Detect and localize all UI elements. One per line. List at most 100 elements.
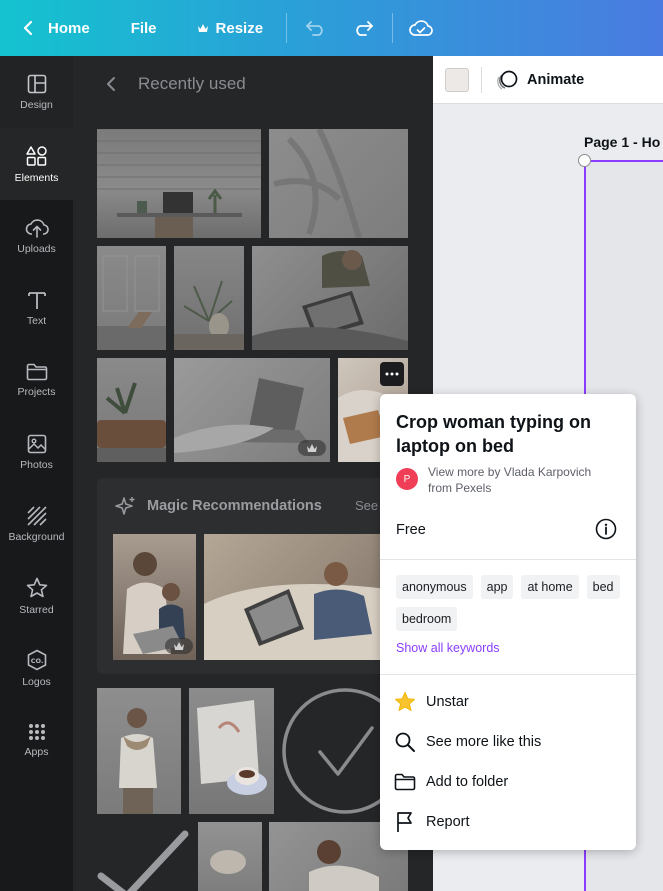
text-icon: [27, 291, 46, 309]
rail-label: Apps: [24, 745, 49, 758]
recent-image-woman-sweater[interactable]: [97, 688, 181, 814]
rail-item-elements[interactable]: Elements: [0, 128, 73, 200]
rail-label: Background: [8, 530, 65, 543]
redo-icon: [356, 21, 373, 36]
resize-button[interactable]: Resize: [197, 0, 264, 56]
menu-label: Report: [426, 814, 470, 830]
image-details-popup: Crop woman typing on laptop on bed P Vie…: [380, 394, 636, 850]
checkmark-element[interactable]: [97, 826, 189, 891]
rail-item-text[interactable]: Text: [0, 272, 73, 344]
rail-label: Text: [26, 314, 47, 327]
rail-label: Uploads: [17, 242, 56, 255]
magic-image-father-child[interactable]: [113, 534, 196, 660]
animate-icon: [497, 70, 518, 90]
page-title[interactable]: Page 1 - Ho: [584, 134, 660, 150]
magic-see-all-link[interactable]: See: [355, 498, 378, 513]
cloud-saved-button[interactable]: [409, 19, 433, 37]
keyword-tag[interactable]: at home: [521, 575, 579, 599]
svg-text:CO.: CO.: [30, 657, 43, 665]
recent-image-plant-shadow[interactable]: [269, 129, 408, 238]
cloud-check-icon: [409, 20, 433, 36]
add-to-folder-menu-item[interactable]: Add to folder: [394, 770, 508, 794]
rail-item-background[interactable]: Background: [0, 488, 73, 560]
magic-image-woman-laptop[interactable]: [204, 534, 387, 660]
license-price: Free: [396, 522, 426, 538]
author-attribution[interactable]: P View more by Vlada Karpovich from Pexe…: [396, 464, 618, 496]
back-chevron-icon[interactable]: [106, 76, 116, 92]
rail-label: Starred: [19, 603, 54, 616]
background-color-swatch[interactable]: [445, 67, 469, 92]
rail-item-starred[interactable]: Starred: [0, 560, 73, 632]
layout-icon: [27, 74, 46, 93]
keyword-tag[interactable]: bedroom: [396, 607, 458, 631]
selection-handle[interactable]: [578, 154, 591, 167]
check-icon: [97, 830, 189, 891]
panel-header: Recently used: [73, 56, 433, 112]
rail-item-logos[interactable]: CO. Logos: [0, 632, 73, 704]
elements-panel: Recently used Magic Recommendations See: [73, 56, 433, 891]
recent-image-tea-book[interactable]: [189, 688, 274, 814]
show-all-keywords-link[interactable]: Show all keywords: [396, 641, 500, 655]
menu-label: See more like this: [426, 734, 542, 750]
unstar-menu-item[interactable]: Unstar: [394, 690, 469, 714]
rail-item-design[interactable]: Design: [0, 56, 73, 128]
panel-title: Recently used: [138, 74, 246, 93]
rail-item-apps[interactable]: Apps: [0, 704, 73, 776]
apps-grid-icon: [28, 723, 45, 740]
rail-item-photos[interactable]: Photos: [0, 416, 73, 488]
keyword-tag[interactable]: bed: [586, 575, 620, 599]
recent-image-desk-wall[interactable]: [97, 129, 261, 238]
flag-icon: [397, 812, 412, 832]
crown-icon: [307, 444, 317, 452]
undo-button[interactable]: [305, 20, 327, 36]
crown-icon: [197, 23, 209, 33]
home-label: Home: [48, 19, 90, 37]
hatch-icon: [26, 505, 47, 526]
recent-image-laptop-lap[interactable]: [252, 246, 408, 350]
file-label: File: [130, 19, 157, 37]
info-icon[interactable]: [595, 518, 617, 545]
redo-button[interactable]: [352, 20, 374, 36]
top-toolbar: Home File Resize: [0, 0, 663, 56]
recent-image-laptop-room[interactable]: [97, 246, 166, 350]
rail-label: Logos: [22, 675, 51, 688]
toolbar-divider: [286, 13, 288, 43]
menu-label: Add to folder: [426, 774, 509, 790]
magic-recommendations-section: Magic Recommendations See: [97, 478, 417, 674]
resize-label: Resize: [215, 19, 264, 37]
star-filled-icon: [395, 692, 415, 711]
file-menu-button[interactable]: File: [131, 0, 157, 56]
logo-icon: CO.: [27, 649, 46, 670]
more-options-button[interactable]: [380, 362, 404, 386]
search-icon: [395, 732, 415, 752]
animate-button[interactable]: Animate: [496, 70, 584, 90]
toolbar-divider: [481, 66, 482, 93]
home-button[interactable]: Home: [22, 0, 90, 56]
author-link[interactable]: View more by Vlada Karpovich from Pexels: [428, 464, 618, 496]
animate-label: Animate: [527, 71, 585, 88]
sparkle-icon: [115, 497, 135, 515]
more-dots-icon: [385, 372, 399, 376]
magic-title: Magic Recommendations: [147, 498, 322, 514]
rail-item-uploads[interactable]: Uploads: [0, 200, 73, 272]
toolbar-divider: [392, 13, 394, 43]
recent-image-plant-vase[interactable]: [174, 246, 244, 350]
recent-image-breakfast[interactable]: [198, 822, 262, 891]
folder-icon: [26, 363, 47, 380]
keyword-tag[interactable]: app: [480, 575, 514, 599]
rail-label: Design: [20, 98, 53, 111]
see-more-like-this-menu-item[interactable]: See more like this: [394, 730, 541, 754]
report-menu-item[interactable]: Report: [394, 810, 470, 834]
image-title: Crop woman typing on laptop on bed: [396, 412, 591, 456]
undo-icon: [306, 21, 323, 36]
rail-label: Photos: [20, 458, 53, 471]
cloud-upload-icon: [25, 218, 49, 238]
rail-item-projects[interactable]: Projects: [0, 344, 73, 416]
shapes-icon: [25, 145, 47, 166]
rail-label: Projects: [17, 385, 56, 398]
keyword-tag[interactable]: anonymous: [396, 575, 473, 599]
left-nav-rail: Design Elements Uploads Text Projects Ph…: [0, 56, 73, 891]
image-icon: [27, 434, 46, 453]
recent-image-sofa-plant[interactable]: [97, 358, 166, 462]
recent-image-typing-laptop[interactable]: [174, 358, 330, 462]
